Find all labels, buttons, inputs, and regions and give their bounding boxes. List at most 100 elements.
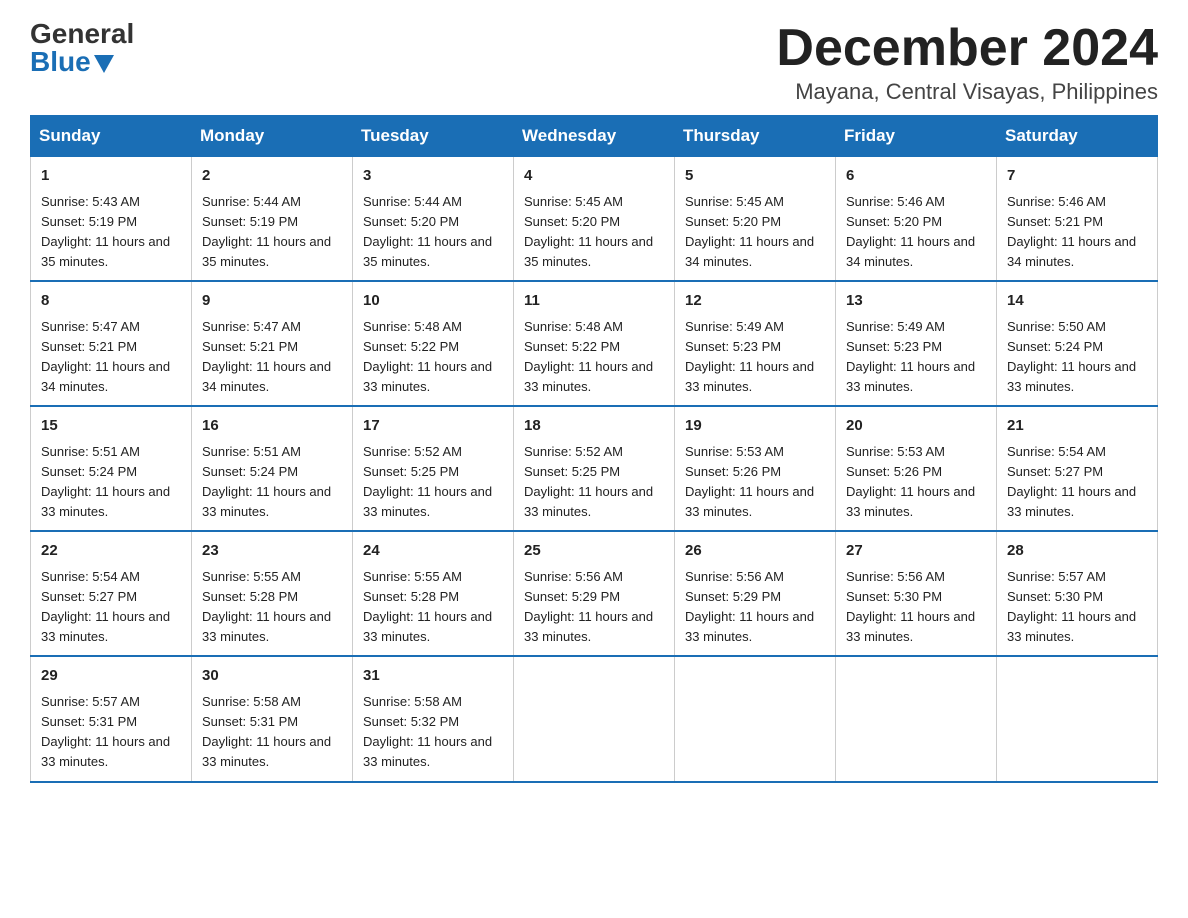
calendar-day-cell: 16Sunrise: 5:51 AMSunset: 5:24 PMDayligh… xyxy=(192,406,353,531)
calendar-day-cell xyxy=(514,656,675,781)
calendar-day-cell xyxy=(997,656,1158,781)
day-info: Sunrise: 5:57 AMSunset: 5:31 PMDaylight:… xyxy=(41,692,181,773)
day-info: Sunrise: 5:48 AMSunset: 5:22 PMDaylight:… xyxy=(524,317,664,398)
calendar-day-cell xyxy=(675,656,836,781)
day-info: Sunrise: 5:55 AMSunset: 5:28 PMDaylight:… xyxy=(202,567,342,648)
day-number: 26 xyxy=(685,540,825,563)
day-info: Sunrise: 5:52 AMSunset: 5:25 PMDaylight:… xyxy=(524,442,664,523)
calendar-day-cell: 31 Sunrise: 5:58 AMSunset: 5:32 PMDayligh… xyxy=(353,656,514,781)
calendar-day-cell: 13 Sunrise: 5:49 AMSunset: 5:23 PMDayligh… xyxy=(836,281,997,406)
calendar-table: SundayMondayTuesdayWednesdayThursdayFrid… xyxy=(30,115,1158,782)
calendar-week-row: 22 Sunrise: 5:54 AMSunset: 5:27 PMDayligh… xyxy=(31,531,1158,656)
day-info: Sunrise: 5:58 AMSunset: 5:32 PMDaylight:… xyxy=(363,692,503,773)
logo-blue-text: Blue xyxy=(30,48,114,76)
day-info: Sunrise: 5:49 AMSunset: 5:23 PMDaylight:… xyxy=(685,317,825,398)
calendar-day-cell xyxy=(836,656,997,781)
calendar-day-cell: 19 Sunrise: 5:53 AMSunset: 5:26 PMDayligh… xyxy=(675,406,836,531)
day-info: Sunrise: 5:50 AMSunset: 5:24 PMDaylight:… xyxy=(1007,317,1147,398)
calendar-day-cell: 14 Sunrise: 5:50 AMSunset: 5:24 PMDayligh… xyxy=(997,281,1158,406)
day-number: 15 xyxy=(41,415,181,438)
calendar-day-cell: 6Sunrise: 5:46 AMSunset: 5:20 PMDaylight… xyxy=(836,157,997,282)
calendar-day-cell: 23Sunrise: 5:55 AMSunset: 5:28 PMDayligh… xyxy=(192,531,353,656)
calendar-header-wednesday: Wednesday xyxy=(514,116,675,157)
calendar-day-cell: 11 Sunrise: 5:48 AMSunset: 5:22 PMDayligh… xyxy=(514,281,675,406)
day-info: Sunrise: 5:47 AMSunset: 5:21 PMDaylight:… xyxy=(41,317,181,398)
calendar-day-cell: 21Sunrise: 5:54 AMSunset: 5:27 PMDayligh… xyxy=(997,406,1158,531)
calendar-day-cell: 15 Sunrise: 5:51 AMSunset: 5:24 PMDayligh… xyxy=(31,406,192,531)
day-info: Sunrise: 5:57 AMSunset: 5:30 PMDaylight:… xyxy=(1007,567,1147,648)
calendar-header-saturday: Saturday xyxy=(997,116,1158,157)
day-number: 22 xyxy=(41,540,181,563)
day-info: Sunrise: 5:53 AMSunset: 5:26 PMDaylight:… xyxy=(685,442,825,523)
day-info: Sunrise: 5:45 AMSunset: 5:20 PMDaylight:… xyxy=(524,192,664,273)
day-number: 12 xyxy=(685,290,825,313)
day-info: Sunrise: 5:51 AMSunset: 5:24 PMDaylight:… xyxy=(41,442,181,523)
day-number: 17 xyxy=(363,415,503,438)
calendar-week-row: 8Sunrise: 5:47 AMSunset: 5:21 PMDaylight… xyxy=(31,281,1158,406)
page-header: General Blue December 2024 Mayana, Centr… xyxy=(30,20,1158,105)
day-number: 13 xyxy=(846,290,986,313)
calendar-day-cell: 3 Sunrise: 5:44 AMSunset: 5:20 PMDaylight… xyxy=(353,157,514,282)
calendar-week-row: 1 Sunrise: 5:43 AMSunset: 5:19 PMDaylight… xyxy=(31,157,1158,282)
calendar-header-monday: Monday xyxy=(192,116,353,157)
day-info: Sunrise: 5:46 AMSunset: 5:20 PMDaylight:… xyxy=(846,192,986,273)
day-info: Sunrise: 5:43 AMSunset: 5:19 PMDaylight:… xyxy=(41,192,181,273)
day-info: Sunrise: 5:54 AMSunset: 5:27 PMDaylight:… xyxy=(41,567,181,648)
day-info: Sunrise: 5:47 AMSunset: 5:21 PMDaylight:… xyxy=(202,317,342,398)
day-number: 4 xyxy=(524,165,664,188)
calendar-header-thursday: Thursday xyxy=(675,116,836,157)
day-info: Sunrise: 5:45 AMSunset: 5:20 PMDaylight:… xyxy=(685,192,825,273)
day-info: Sunrise: 5:54 AMSunset: 5:27 PMDaylight:… xyxy=(1007,442,1147,523)
calendar-header-sunday: Sunday xyxy=(31,116,192,157)
day-number: 10 xyxy=(363,290,503,313)
calendar-day-cell: 25 Sunrise: 5:56 AMSunset: 5:29 PMDayligh… xyxy=(514,531,675,656)
day-info: Sunrise: 5:56 AMSunset: 5:29 PMDaylight:… xyxy=(685,567,825,648)
day-info: Sunrise: 5:53 AMSunset: 5:26 PMDaylight:… xyxy=(846,442,986,523)
day-number: 3 xyxy=(363,165,503,188)
calendar-day-cell: 2Sunrise: 5:44 AMSunset: 5:19 PMDaylight… xyxy=(192,157,353,282)
calendar-day-cell: 26 Sunrise: 5:56 AMSunset: 5:29 PMDayligh… xyxy=(675,531,836,656)
day-number: 14 xyxy=(1007,290,1147,313)
calendar-day-cell: 20 Sunrise: 5:53 AMSunset: 5:26 PMDayligh… xyxy=(836,406,997,531)
day-number: 9 xyxy=(202,290,342,313)
month-title: December 2024 xyxy=(776,20,1158,77)
calendar-day-cell: 28 Sunrise: 5:57 AMSunset: 5:30 PMDayligh… xyxy=(997,531,1158,656)
calendar-day-cell: 7Sunrise: 5:46 AMSunset: 5:21 PMDaylight… xyxy=(997,157,1158,282)
calendar-header-friday: Friday xyxy=(836,116,997,157)
day-info: Sunrise: 5:56 AMSunset: 5:30 PMDaylight:… xyxy=(846,567,986,648)
calendar-day-cell: 18Sunrise: 5:52 AMSunset: 5:25 PMDayligh… xyxy=(514,406,675,531)
calendar-day-cell: 29 Sunrise: 5:57 AMSunset: 5:31 PMDayligh… xyxy=(31,656,192,781)
calendar-day-cell: 10 Sunrise: 5:48 AMSunset: 5:22 PMDayligh… xyxy=(353,281,514,406)
title-block: December 2024 Mayana, Central Visayas, P… xyxy=(776,20,1158,105)
calendar-day-cell: 22 Sunrise: 5:54 AMSunset: 5:27 PMDayligh… xyxy=(31,531,192,656)
day-info: Sunrise: 5:56 AMSunset: 5:29 PMDaylight:… xyxy=(524,567,664,648)
calendar-day-cell: 27 Sunrise: 5:56 AMSunset: 5:30 PMDayligh… xyxy=(836,531,997,656)
day-number: 5 xyxy=(685,165,825,188)
calendar-day-cell: 17Sunrise: 5:52 AMSunset: 5:25 PMDayligh… xyxy=(353,406,514,531)
calendar-day-cell: 24Sunrise: 5:55 AMSunset: 5:28 PMDayligh… xyxy=(353,531,514,656)
day-number: 20 xyxy=(846,415,986,438)
day-info: Sunrise: 5:44 AMSunset: 5:20 PMDaylight:… xyxy=(363,192,503,273)
day-number: 31 xyxy=(363,665,503,688)
day-number: 19 xyxy=(685,415,825,438)
calendar-day-cell: 30Sunrise: 5:58 AMSunset: 5:31 PMDayligh… xyxy=(192,656,353,781)
day-info: Sunrise: 5:49 AMSunset: 5:23 PMDaylight:… xyxy=(846,317,986,398)
logo-general-text: General xyxy=(30,20,134,48)
calendar-header-row: SundayMondayTuesdayWednesdayThursdayFrid… xyxy=(31,116,1158,157)
day-number: 27 xyxy=(846,540,986,563)
calendar-week-row: 29 Sunrise: 5:57 AMSunset: 5:31 PMDayligh… xyxy=(31,656,1158,781)
day-number: 28 xyxy=(1007,540,1147,563)
location-subtitle: Mayana, Central Visayas, Philippines xyxy=(776,79,1158,105)
day-number: 24 xyxy=(363,540,503,563)
logo-triangle-icon xyxy=(94,55,114,73)
day-info: Sunrise: 5:48 AMSunset: 5:22 PMDaylight:… xyxy=(363,317,503,398)
day-number: 1 xyxy=(41,165,181,188)
day-info: Sunrise: 5:51 AMSunset: 5:24 PMDaylight:… xyxy=(202,442,342,523)
day-info: Sunrise: 5:46 AMSunset: 5:21 PMDaylight:… xyxy=(1007,192,1147,273)
day-number: 30 xyxy=(202,665,342,688)
calendar-day-cell: 9 Sunrise: 5:47 AMSunset: 5:21 PMDaylight… xyxy=(192,281,353,406)
day-number: 25 xyxy=(524,540,664,563)
day-number: 29 xyxy=(41,665,181,688)
calendar-day-cell: 4 Sunrise: 5:45 AMSunset: 5:20 PMDaylight… xyxy=(514,157,675,282)
day-number: 11 xyxy=(524,290,664,313)
